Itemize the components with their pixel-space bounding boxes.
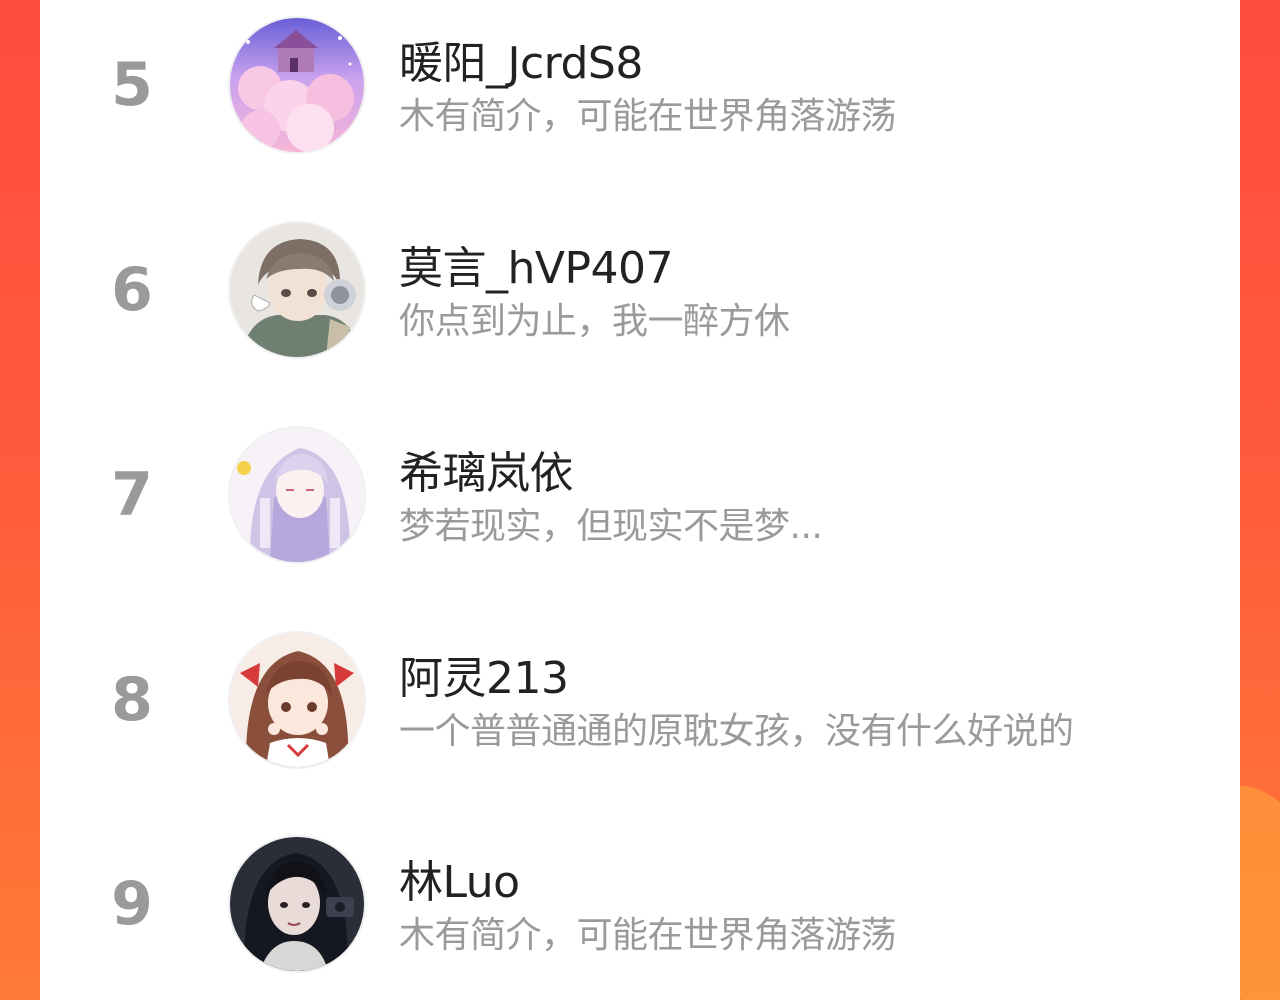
user-bio: 一个普普通通的原耽女孩，没有什么好说的 xyxy=(399,711,1074,752)
user-name[interactable]: 希璃岚依 xyxy=(399,437,574,501)
user-name[interactable]: 阿灵213 xyxy=(399,642,569,706)
rank-number: 6 xyxy=(111,255,153,325)
user-bio: 木有简介，可能在世界角落游荡 xyxy=(399,96,897,137)
ranking-row[interactable]: 5 暖阳_JcrdS8 木有简介，可能在世界角落游荡 xyxy=(40,15,1240,155)
rank-number: 5 xyxy=(111,50,153,120)
ranking-list-panel: 5 暖阳_JcrdS8 木有简介，可能在世界角落游荡 6 莫言_hVP407 你… xyxy=(40,0,1240,1000)
user-avatar[interactable] xyxy=(230,223,364,357)
user-name[interactable]: 莫言_hVP407 xyxy=(399,232,674,296)
ranking-page: 5 暖阳_JcrdS8 木有简介，可能在世界角落游荡 6 莫言_hVP407 你… xyxy=(0,0,1280,1000)
avatar-dark-haired-girl-image xyxy=(230,837,364,971)
user-avatar[interactable] xyxy=(230,428,364,562)
user-avatar[interactable] xyxy=(230,837,364,971)
user-name[interactable]: 暖阳_JcrdS8 xyxy=(399,27,643,91)
avatar-anime-shrine-maiden-image xyxy=(230,633,364,767)
ranking-row[interactable]: 8 阿灵213 一个普普通通的原耽女孩，没有什么好说的 xyxy=(40,630,1240,770)
rank-number: 8 xyxy=(111,665,153,735)
user-avatar[interactable] xyxy=(230,18,364,152)
user-name[interactable]: 林Luo xyxy=(399,846,520,910)
rank-number: 9 xyxy=(111,869,153,939)
user-avatar[interactable] xyxy=(230,633,364,767)
user-bio: 你点到为止，我一醉方休 xyxy=(399,301,790,342)
rank-number: 7 xyxy=(111,460,153,530)
avatar-anime-boy-headphones-image xyxy=(230,223,364,357)
avatar-anime-lavender-girl-image xyxy=(230,428,364,562)
avatar-pink-cloud-castle-image xyxy=(230,18,364,152)
ranking-row[interactable]: 9 林Luo 木有简介，可能在世界角落游荡 xyxy=(40,834,1240,974)
ranking-row[interactable]: 7 希璃岚依 梦若现实，但现实不是梦... xyxy=(40,425,1240,565)
user-bio: 梦若现实，但现实不是梦... xyxy=(399,506,823,547)
ranking-row[interactable]: 6 莫言_hVP407 你点到为止，我一醉方休 xyxy=(40,220,1240,360)
user-bio: 木有简介，可能在世界角落游荡 xyxy=(399,915,897,956)
